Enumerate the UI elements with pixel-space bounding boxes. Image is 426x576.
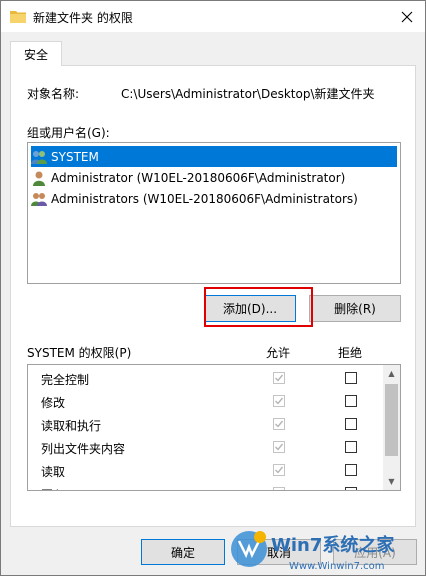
scroll-up-icon[interactable]: ▲ — [383, 365, 400, 382]
permission-name: 读取和执行 — [41, 419, 102, 433]
remove-button[interactable]: 删除(R) — [309, 295, 401, 322]
user-icon — [33, 171, 45, 186]
deny-checkbox[interactable] — [345, 372, 357, 384]
list-item-label: Administrators (W10EL-20180606F\Administ… — [51, 191, 358, 206]
checkmark-icon — [275, 374, 284, 382]
allow-checkbox — [273, 418, 285, 430]
allow-checkbox — [273, 464, 285, 476]
security-panel: 对象名称: C:\Users\Administrator\Desktop\新建文… — [10, 65, 416, 527]
close-icon — [401, 11, 413, 22]
groups-listbox[interactable]: SYSTEM Administrator (W10EL-20180606F\Ad… — [27, 142, 401, 284]
permission-row: 读取和执行 — [28, 413, 380, 436]
scroll-thumb[interactable] — [385, 384, 398, 456]
permission-row: 读取 — [28, 459, 380, 482]
list-item-system[interactable]: SYSTEM — [31, 146, 397, 167]
group-users-icon — [31, 150, 47, 164]
deny-checkbox[interactable] — [345, 418, 357, 430]
list-item-administrators[interactable]: Administrators (W10EL-20180606F\Administ… — [31, 188, 397, 209]
permission-name: 完全控制 — [41, 373, 90, 387]
permission-name: 列出文件夹内容 — [41, 442, 126, 456]
permissions-scrollbar[interactable]: ▲ ▼ — [383, 365, 400, 490]
close-button[interactable] — [389, 1, 425, 32]
list-item-label: Administrator (W10EL-20180606F\Administr… — [51, 170, 346, 185]
permissions-list[interactable]: 完全控制 修改 读取和执行 列出文件夹内容 读取 ▲ ▼ — [27, 364, 401, 491]
deny-checkbox[interactable] — [345, 487, 357, 490]
tab-security[interactable]: 安全 — [10, 41, 62, 66]
checkmark-icon — [275, 397, 284, 405]
permissions-dialog: 新建文件夹 的权限 安全 对象名称: C:\Users\Administrato… — [0, 0, 426, 576]
permission-row: 修改 — [28, 390, 380, 413]
permission-name: 写入 — [41, 486, 65, 490]
permission-row: 列出文件夹内容 — [28, 436, 380, 459]
folder-icon — [10, 11, 26, 23]
checkmark-icon — [281, 489, 283, 490]
permission-name: 修改 — [41, 396, 66, 410]
checkmark-icon — [275, 443, 284, 451]
permission-row: 写入 — [28, 482, 380, 490]
cancel-button[interactable]: 取消 — [237, 539, 321, 565]
allow-checkbox — [273, 441, 285, 453]
apply-button[interactable]: 应用(A) — [333, 539, 417, 565]
deny-checkbox[interactable] — [345, 395, 357, 407]
allow-checkbox — [273, 372, 285, 384]
permission-row: 完全控制 — [28, 367, 380, 390]
window-title: 新建文件夹 的权限 — [33, 11, 133, 25]
groups-label: 组或用户名(G): — [27, 126, 110, 140]
highlight-box — [204, 287, 313, 327]
checkmark-icon — [275, 466, 284, 474]
list-item-administrator[interactable]: Administrator (W10EL-20180606F\Administr… — [31, 167, 397, 188]
deny-checkbox[interactable] — [345, 441, 357, 453]
deny-checkbox[interactable] — [345, 464, 357, 476]
group-users-icon — [31, 192, 47, 206]
permissions-title: SYSTEM 的权限(P) — [27, 346, 132, 360]
allow-checkbox — [273, 395, 285, 407]
allow-checkbox — [273, 487, 285, 490]
permission-name: 读取 — [41, 465, 66, 479]
object-name-value: C:\Users\Administrator\Desktop\新建文件夹 — [121, 87, 375, 101]
title-bar: 新建文件夹 的权限 — [1, 1, 425, 32]
checkmark-icon — [275, 420, 284, 428]
ok-button[interactable]: 确定 — [141, 539, 225, 565]
allow-header: 允许 — [266, 346, 291, 360]
scroll-down-icon[interactable]: ▼ — [383, 473, 400, 490]
deny-header: 拒绝 — [338, 346, 363, 360]
list-item-label: SYSTEM — [51, 149, 99, 164]
object-name-label: 对象名称: — [27, 87, 80, 101]
